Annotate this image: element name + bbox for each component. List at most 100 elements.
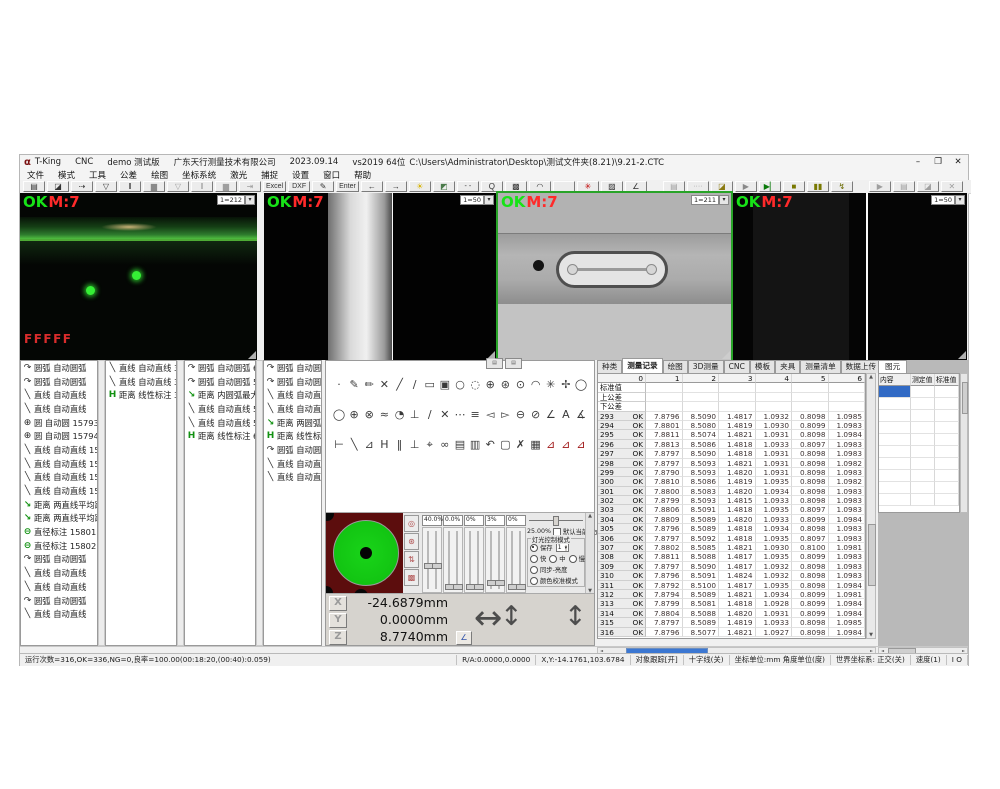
tree-item[interactable]: ↷圆弧 自动圆弧 61 (185, 361, 255, 375)
table-row[interactable]: 299OK7.87908.50931.48201.09310.80981.098… (598, 468, 865, 477)
cell[interactable]: 7.8799 (646, 496, 683, 505)
cell[interactable] (879, 494, 911, 506)
cell[interactable] (935, 410, 959, 422)
cell[interactable]: 1.4818 (719, 524, 756, 533)
cell[interactable] (683, 383, 720, 392)
measure-tool-icon[interactable]: ⊿ (544, 438, 558, 452)
pillar-2-button[interactable]: ‖ (191, 181, 213, 192)
cell[interactable]: 1.0930 (756, 543, 793, 552)
cell[interactable] (935, 458, 959, 470)
tab-测量记录[interactable]: 测量记录 (622, 358, 662, 373)
cell[interactable]: 0.8098 (792, 412, 829, 421)
channel-slider[interactable] (443, 527, 463, 593)
cell[interactable] (879, 434, 911, 446)
measure-tool-icon[interactable]: ⊗ (362, 408, 376, 421)
channel-slider[interactable] (464, 527, 484, 593)
tree-item[interactable]: ╲直线 自动直线 15 (21, 471, 97, 485)
cell[interactable]: 1.0932 (756, 571, 793, 580)
cell[interactable] (646, 393, 683, 402)
save-3-button[interactable]: ▤ (893, 181, 915, 192)
cell[interactable]: 1.0983 (829, 421, 866, 430)
menu-item-4[interactable]: 公差 (120, 169, 137, 181)
cell[interactable] (935, 482, 959, 494)
measure-tool-icon[interactable]: ⊿ (362, 438, 376, 452)
table-row[interactable]: 305OK7.87968.50891.48181.09340.80981.098… (598, 524, 865, 533)
table-row[interactable]: 315OK7.87978.50891.48191.09330.80981.098… (598, 618, 865, 627)
elements-row[interactable] (879, 434, 959, 446)
table-row[interactable]: 302OK7.87998.50931.48151.09330.80981.098… (598, 496, 865, 505)
tab-模板[interactable]: 模板 (750, 360, 775, 373)
tree-item[interactable]: ↷圆弧 自动圆弧 (21, 553, 97, 567)
channel-slider[interactable] (485, 527, 505, 593)
cell[interactable]: 7.8799 (646, 599, 683, 608)
cell[interactable] (911, 482, 935, 494)
cell[interactable]: 1.4819 (719, 477, 756, 486)
cell[interactable]: 1.0983 (829, 524, 866, 533)
cell[interactable]: 1.0927 (756, 628, 793, 637)
enter-key-button[interactable]: Enter (336, 181, 359, 192)
channel-slider[interactable] (422, 527, 442, 593)
cell[interactable]: 8.5074 (683, 430, 720, 439)
tree-item[interactable]: ╲直线 自动直线 55 (185, 416, 255, 430)
cell[interactable]: 7.8797 (646, 534, 683, 543)
cell[interactable] (879, 446, 911, 458)
slider-thumb[interactable] (495, 580, 505, 586)
stop-button[interactable]: ■ (783, 181, 805, 192)
cell[interactable]: 1.0984 (829, 628, 866, 637)
measure-tool-icon[interactable]: ▥ (468, 438, 482, 452)
cell[interactable]: 1.4817 (719, 581, 756, 590)
table-row[interactable]: 304OK7.88098.50891.48201.09330.80991.098… (598, 515, 865, 524)
cell[interactable]: 1.4820 (719, 515, 756, 524)
probe-down-2-button[interactable]: ▽ (167, 181, 189, 192)
elements-row[interactable] (879, 470, 959, 482)
cell[interactable]: 0.8098 (792, 496, 829, 505)
cell[interactable] (911, 458, 935, 470)
pattern-grid-button[interactable]: ▩ (505, 181, 527, 192)
elements-row[interactable] (879, 446, 959, 458)
chart-tool-button[interactable]: ∠ (625, 181, 647, 192)
cell[interactable] (792, 383, 829, 392)
tree-item[interactable]: ╲直线 自动直线 15 (21, 443, 97, 457)
cell[interactable]: 1.4820 (719, 487, 756, 496)
cell[interactable]: 1.0935 (756, 534, 793, 543)
cell[interactable] (719, 402, 756, 411)
cell[interactable] (646, 402, 683, 411)
cell[interactable]: 1.0934 (756, 524, 793, 533)
measure-tool-icon[interactable]: ⊿ (574, 438, 588, 452)
menu-item-2[interactable]: 模式 (58, 169, 75, 181)
cell[interactable]: 1.4820 (719, 609, 756, 618)
cell[interactable] (935, 494, 959, 506)
tree-item[interactable]: ↷圆弧 自动圆弧 (21, 375, 97, 389)
tree-item[interactable]: ↷圆弧 自动圆弧 (21, 594, 97, 608)
menu-item-3[interactable]: 工具 (89, 169, 106, 181)
cell[interactable]: 0.8098 (792, 524, 829, 533)
ring-light-indicator[interactable] (326, 513, 403, 594)
measure-tool-icon[interactable]: ▭ (423, 378, 437, 391)
dots-button[interactable]: ···· (687, 181, 709, 192)
cell[interactable]: 1.4821 (719, 543, 756, 552)
cell[interactable]: 1.4821 (719, 459, 756, 468)
table-row[interactable]: 296OK7.88138.50861.48181.09330.80971.098… (598, 440, 865, 449)
cell[interactable]: 0.8097 (792, 505, 829, 514)
cell[interactable]: 1.0928 (756, 599, 793, 608)
tree-item[interactable]: ╲直线 自动直线 55 (264, 388, 321, 402)
cell[interactable] (879, 458, 911, 470)
play-to-end-button[interactable]: ▶▏ (759, 181, 781, 192)
cell[interactable] (829, 383, 866, 392)
tree-item[interactable]: ╲直线 自动直线 (21, 580, 97, 594)
cell[interactable]: 1.0983 (829, 449, 866, 458)
cell[interactable]: 1.0983 (829, 534, 866, 543)
cell[interactable]: 1.0933 (756, 496, 793, 505)
cell[interactable] (683, 393, 720, 402)
block-2-button[interactable]: ▆ (215, 181, 237, 192)
cell[interactable]: 1.4815 (719, 496, 756, 505)
cell[interactable] (792, 402, 829, 411)
cell[interactable]: 8.5089 (683, 515, 720, 524)
cell[interactable] (935, 470, 959, 482)
measure-tool-icon[interactable]: ⊕ (347, 408, 361, 421)
cell[interactable]: 1.4819 (719, 421, 756, 430)
measure-tool-icon[interactable]: ╱ (393, 378, 407, 391)
cell[interactable]: 1.4818 (719, 505, 756, 514)
cell[interactable]: 7.8794 (646, 590, 683, 599)
folder-run-button[interactable]: ◪ (711, 181, 733, 192)
